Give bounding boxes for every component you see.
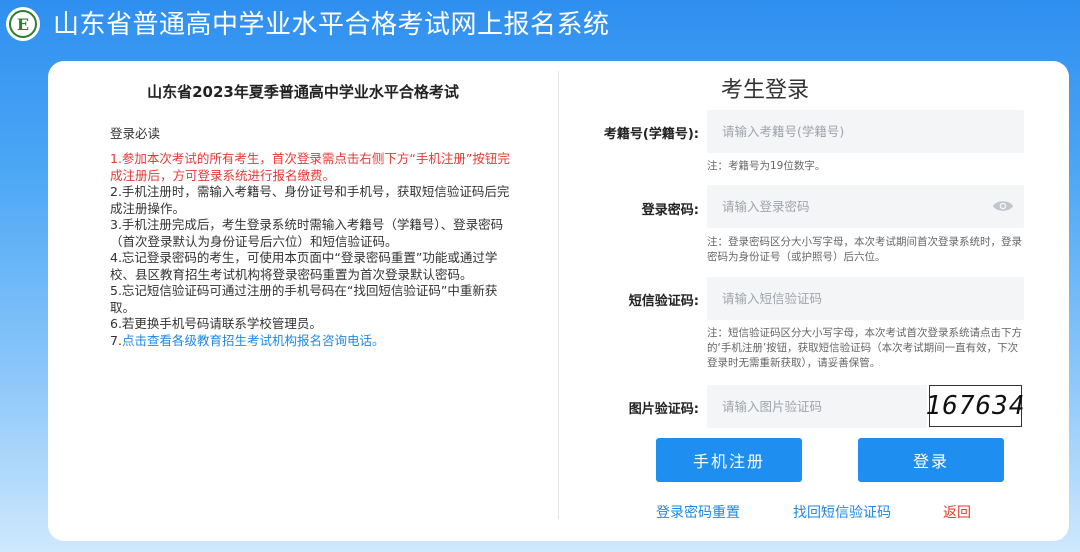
exam-id-input[interactable] <box>707 110 1024 153</box>
password-label: 登录密码: <box>641 203 699 218</box>
notice-title: 山东省2023年夏季普通高中学业水平合格考试 <box>147 83 459 101</box>
sms-field-box <box>707 277 1024 320</box>
notice-item-1: 1.参加本次考试的所有考生，首次登录需点击右侧下方“手机注册”按钮完成注册后，方… <box>110 151 510 183</box>
notice-item-2: 2.手机注册时，需输入考籍号、身份证号和手机号，获取短信验证码后完成注册操作。 <box>110 184 510 216</box>
login-title: 考生登录 <box>720 78 809 103</box>
password-note: 注：登录密码区分大小写字母，本次考试期间首次登录系统时，登录密码为身份证号（或护… <box>707 236 1022 263</box>
site-logo: E <box>6 7 40 41</box>
logo-e-icon: E <box>9 10 37 38</box>
notice-heading: 登录必读 <box>110 126 161 141</box>
notice-item-6: 6.若更换手机号码请联系学校管理员。 <box>110 316 322 331</box>
sms-label: 短信验证码: <box>628 294 699 309</box>
sms-note: 注：短信验证码区分大小写字母，本次考试首次登录系统请点击下方的‘手机注册’按钮，… <box>707 327 1022 369</box>
login-button[interactable]: 登录 <box>858 438 1004 482</box>
notice-list: 1.参加本次考试的所有考生，首次登录需点击右侧下方“手机注册”按钮完成注册后，方… <box>110 151 510 349</box>
reset-password-link[interactable]: 登录密码重置 <box>656 502 740 522</box>
notice-item-3: 3.手机注册完成后，考生登录系统时需输入考籍号（学籍号）、登录密码（首次登录默认… <box>110 217 504 249</box>
notice-item-7-prefix: 7. <box>110 332 122 348</box>
back-link[interactable]: 返回 <box>943 502 971 522</box>
sms-code-input[interactable] <box>707 277 1024 320</box>
card-divider <box>558 71 559 519</box>
notice-item-4: 4.忘记登录密码的考生，可使用本页面中“登录密码重置”功能或通过学校、县区教育招… <box>110 250 498 282</box>
captcha-input[interactable] <box>707 385 927 428</box>
notice-item-5: 5.忘记短信验证码可通过注册的手机号码在“找回短信验证码”中重新获取。 <box>110 283 498 315</box>
eye-icon[interactable] <box>992 198 1014 214</box>
captcha-image[interactable]: 167634 <box>926 385 1024 427</box>
captcha-field-box <box>707 385 927 428</box>
password-field-box <box>707 185 1024 228</box>
site-title: 山东省普通高中学业水平合格考试网上报名系统 <box>53 10 610 40</box>
consult-phone-link[interactable]: 点击查看各级教育招生考试机构报名咨询电话。 <box>122 333 385 348</box>
captcha-label: 图片验证码: <box>628 402 699 417</box>
notice-item-7: 7.点击查看各级教育招生考试机构报名咨询电话。 <box>110 333 510 350</box>
password-input[interactable] <box>707 185 1024 228</box>
recover-sms-link[interactable]: 找回短信验证码 <box>793 502 891 522</box>
exam-id-field-box <box>707 110 1024 153</box>
exam-id-label: 考籍号(学籍号): <box>603 127 699 142</box>
register-button[interactable]: 手机注册 <box>656 438 802 482</box>
exam-id-note: 注：考籍号为19位数字。 <box>707 160 826 172</box>
